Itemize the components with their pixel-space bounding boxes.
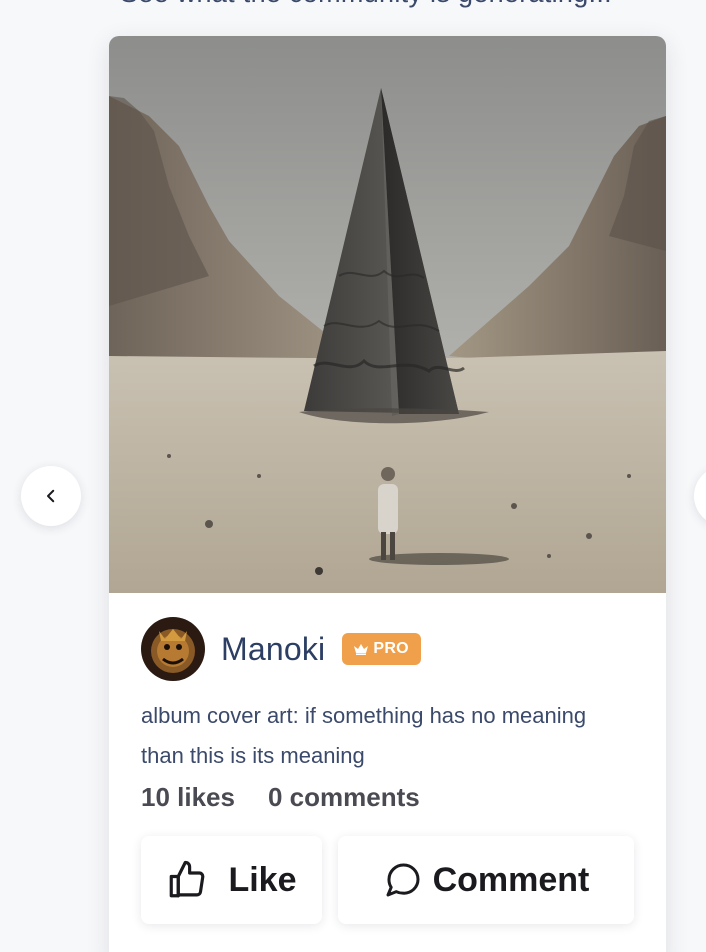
carousel-prev-button[interactable] (21, 466, 81, 526)
user-avatar[interactable] (141, 617, 205, 681)
comment-button-label: Comment (432, 860, 590, 899)
section-subtitle: See what the community is generating... (120, 0, 612, 9)
chevron-left-icon (47, 489, 55, 503)
community-gallery: See what the community is generating... (0, 0, 706, 952)
pro-badge: PRO (342, 633, 421, 665)
post-author-row: Manoki PRO (141, 617, 421, 681)
post-card[interactable]: Manoki PRO album cover art: if something… (109, 36, 666, 952)
post-stats: 10 likes 0 comments (141, 782, 420, 813)
pro-badge-label: PRO (373, 640, 409, 657)
post-description: album cover art: if something has no mea… (141, 703, 587, 768)
carousel-next-button[interactable] (694, 466, 706, 526)
thumbs-up-icon (170, 860, 205, 898)
speech-bubble-icon (386, 863, 420, 897)
like-button-label: Like (228, 860, 297, 899)
like-button[interactable]: Like (141, 836, 322, 924)
username[interactable]: Manoki (221, 631, 325, 668)
comments-count[interactable]: 0 comments (268, 782, 420, 813)
crown-icon (354, 644, 369, 655)
post-image[interactable] (109, 36, 666, 593)
comment-button[interactable]: Comment (338, 836, 634, 924)
likes-count: 10 likes (141, 782, 235, 812)
